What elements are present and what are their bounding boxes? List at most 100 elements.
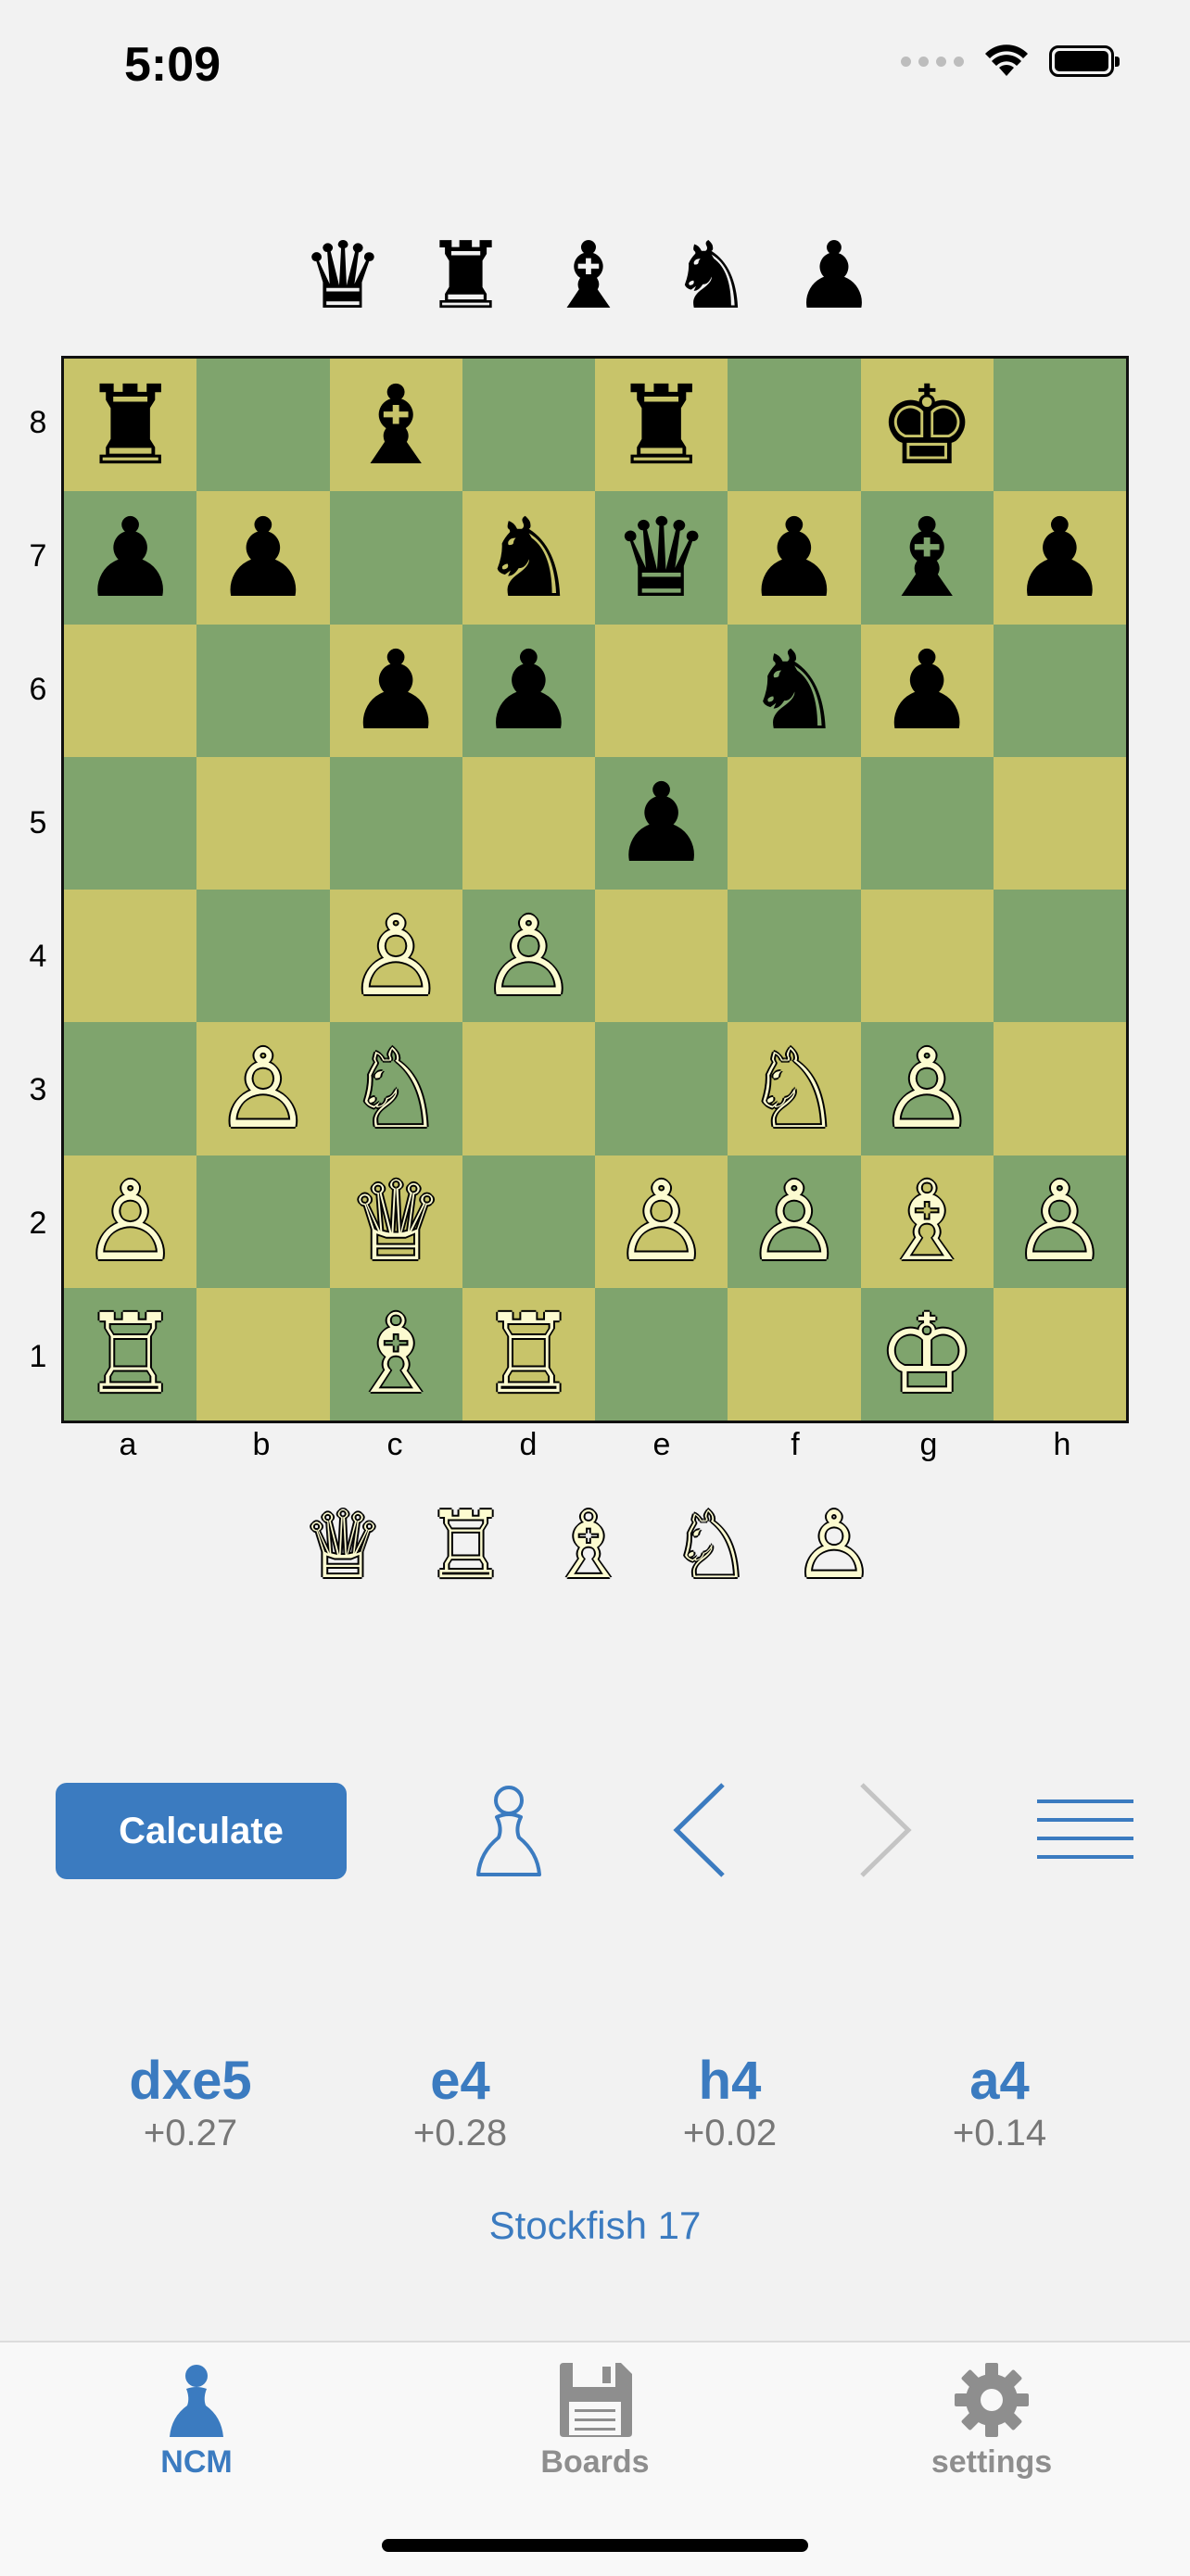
square-a1[interactable]: ♖ [64,1287,197,1421]
black-bishop-piece[interactable]: ♝ [878,503,976,612]
square-c6[interactable]: ♟ [329,624,462,757]
square-b4[interactable] [196,890,330,1023]
square-e2[interactable]: ♙ [595,1155,728,1288]
square-c2[interactable]: ♕ [329,1155,462,1288]
black-knight-piece[interactable]: ♞ [479,503,577,612]
square-g3[interactable]: ♙ [860,1022,994,1155]
square-g2[interactable]: ♗ [860,1155,994,1288]
square-d2[interactable] [462,1155,595,1288]
square-a6[interactable] [64,624,197,757]
square-h7[interactable]: ♟ [993,491,1126,625]
square-f2[interactable]: ♙ [728,1155,861,1288]
square-d1[interactable]: ♖ [462,1287,595,1421]
white-pawn-piece[interactable]: ♙ [613,1167,711,1276]
square-f3[interactable]: ♘ [728,1022,861,1155]
square-b6[interactable] [196,624,330,757]
white-pawn-piece[interactable]: ♙ [82,1167,180,1276]
square-h3[interactable] [993,1022,1126,1155]
square-a5[interactable] [64,756,197,890]
square-e7[interactable]: ♛ [595,491,728,625]
square-c7[interactable] [329,491,462,625]
square-c4[interactable]: ♙ [329,890,462,1023]
square-h1[interactable] [993,1287,1126,1421]
black-king-piece[interactable]: ♚ [878,371,976,480]
square-a2[interactable]: ♙ [64,1155,197,1288]
square-c5[interactable] [329,756,462,890]
square-f7[interactable]: ♟ [728,491,861,625]
tab-boards[interactable]: Boards [475,2361,715,2481]
square-c8[interactable]: ♝ [329,359,462,492]
white-pawn-piece[interactable]: ♙ [878,1034,976,1143]
square-e4[interactable] [595,890,728,1023]
square-f1[interactable] [728,1287,861,1421]
white-knight-piece[interactable]: ♘ [347,1034,445,1143]
back-button[interactable] [649,1779,751,1881]
square-g4[interactable] [860,890,994,1023]
candidate-move[interactable]: a4 +0.14 [884,2052,1116,2154]
white-bishop-piece[interactable]: ♗ [878,1167,976,1276]
square-f4[interactable] [728,890,861,1023]
square-g5[interactable] [860,756,994,890]
square-h4[interactable] [993,890,1126,1023]
black-knight-piece[interactable]: ♞ [745,636,843,745]
tab-settings[interactable]: settings [871,2361,1112,2481]
square-b7[interactable]: ♟ [196,491,330,625]
engine-name[interactable]: Stockfish 17 [0,2203,1190,2248]
menu-button[interactable] [1034,1779,1136,1881]
square-d3[interactable] [462,1022,595,1155]
black-pawn-piece[interactable]: ♟ [1010,503,1108,612]
white-pawn-piece[interactable]: ♙ [1010,1167,1108,1276]
square-g7[interactable]: ♝ [860,491,994,625]
square-h2[interactable]: ♙ [993,1155,1126,1288]
black-pawn-piece[interactable]: ♟ [82,503,180,612]
square-c1[interactable]: ♗ [329,1287,462,1421]
square-b3[interactable]: ♙ [196,1022,330,1155]
black-bishop-piece[interactable]: ♝ [347,371,445,480]
white-king-piece[interactable]: ♔ [878,1299,976,1408]
white-knight-piece[interactable]: ♘ [745,1034,843,1143]
square-f6[interactable]: ♞ [728,624,861,757]
tab-ncm[interactable]: NCM [76,2361,317,2481]
black-rook-piece[interactable]: ♜ [82,371,180,480]
white-queen-piece[interactable]: ♕ [347,1167,445,1276]
square-d6[interactable]: ♟ [462,624,595,757]
square-e1[interactable] [595,1287,728,1421]
square-g8[interactable]: ♚ [860,359,994,492]
white-pawn-piece[interactable]: ♙ [214,1034,312,1143]
square-d4[interactable]: ♙ [462,890,595,1023]
white-pawn-piece[interactable]: ♙ [745,1167,843,1276]
square-g1[interactable]: ♔ [860,1287,994,1421]
square-h8[interactable] [993,359,1126,492]
calculate-button[interactable]: Calculate [56,1783,347,1879]
square-b8[interactable] [196,359,330,492]
black-pawn-piece[interactable]: ♟ [214,503,312,612]
square-b2[interactable] [196,1155,330,1288]
candidate-move[interactable]: e4 +0.28 [345,2052,576,2154]
forward-button[interactable] [834,1779,936,1881]
square-d5[interactable] [462,756,595,890]
black-pawn-piece[interactable]: ♟ [745,503,843,612]
candidate-move[interactable]: h4 +0.02 [614,2052,846,2154]
square-e6[interactable] [595,624,728,757]
square-a7[interactable]: ♟ [64,491,197,625]
square-c3[interactable]: ♘ [329,1022,462,1155]
square-d7[interactable]: ♞ [462,491,595,625]
side-to-move-button[interactable] [458,1779,560,1881]
black-pawn-piece[interactable]: ♟ [479,636,577,745]
black-queen-piece[interactable]: ♛ [613,503,711,612]
square-h6[interactable] [993,624,1126,757]
candidate-move[interactable]: dxe5 +0.27 [75,2052,307,2154]
square-d8[interactable] [462,359,595,492]
black-pawn-piece[interactable]: ♟ [878,636,976,745]
square-e3[interactable] [595,1022,728,1155]
white-pawn-piece[interactable]: ♙ [347,902,445,1011]
square-e8[interactable]: ♜ [595,359,728,492]
white-bishop-piece[interactable]: ♗ [347,1299,445,1408]
square-e5[interactable]: ♟ [595,756,728,890]
white-pawn-piece[interactable]: ♙ [479,902,577,1011]
square-a3[interactable] [64,1022,197,1155]
square-a4[interactable] [64,890,197,1023]
square-g6[interactable]: ♟ [860,624,994,757]
black-pawn-piece[interactable]: ♟ [347,636,445,745]
square-b1[interactable] [196,1287,330,1421]
